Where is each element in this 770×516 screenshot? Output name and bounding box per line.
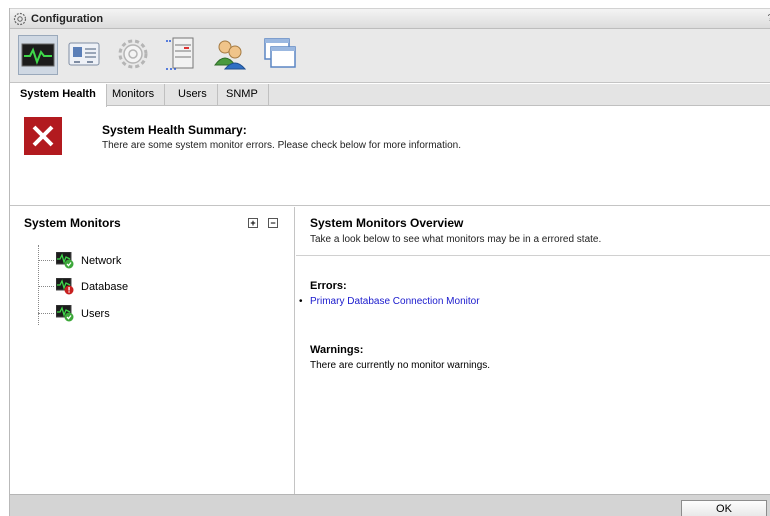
gear-icon <box>118 39 148 69</box>
overview-subtitle: Take a look below to see what monitors m… <box>310 234 602 245</box>
errors-heading: Errors: <box>310 280 347 292</box>
bullet: • <box>299 296 303 307</box>
monitor-ok-icon <box>56 252 74 269</box>
tree-item-label: Network <box>81 255 122 267</box>
warnings-heading: Warnings: <box>310 344 364 356</box>
toolbar-system-health-button[interactable] <box>18 35 58 75</box>
error-icon <box>24 117 62 155</box>
monitors-title: System Monitors <box>24 216 121 230</box>
server-icon <box>166 37 194 70</box>
toolbar-settings-button[interactable] <box>114 35 154 75</box>
tree-item-database[interactable]: Database <box>34 277 234 297</box>
users-icon <box>214 40 247 70</box>
footer-bar: OK <box>10 494 770 516</box>
monitor-ok-icon <box>56 305 74 322</box>
summary-text: There are some system monitor errors. Pl… <box>102 140 462 151</box>
id-card-icon <box>68 42 100 66</box>
configuration-window: Configuration ? <box>9 8 770 516</box>
tab-system-health[interactable]: System Health <box>10 84 107 107</box>
collapse-all-button[interactable]: − <box>268 218 278 228</box>
expand-all-button[interactable]: + <box>248 218 258 228</box>
tab-snmp[interactable]: SNMP <box>216 84 269 106</box>
tab-monitors[interactable]: Monitors <box>102 84 166 106</box>
tree-item-users[interactable]: Users <box>34 304 234 324</box>
system-monitors-pane: System Monitors + − Network Database Use… <box>10 207 295 494</box>
summary-title: System Health Summary: <box>102 123 247 137</box>
tab-users[interactable]: Users <box>168 84 218 106</box>
warnings-text: There are currently no monitor warnings. <box>310 360 491 371</box>
health-summary: System Health Summary: There are some sy… <box>10 107 770 206</box>
tab-bar: System Health Monitors Users SNMP <box>10 84 770 107</box>
toolbar-server-button[interactable] <box>162 35 202 75</box>
toolbar <box>10 29 770 83</box>
ok-button[interactable]: OK <box>681 500 767 516</box>
overview-title: System Monitors Overview <box>310 216 464 230</box>
monitors-overview-pane: System Monitors Overview Take a look bel… <box>296 207 770 494</box>
gear-icon <box>13 12 27 26</box>
tree-item-label: Users <box>81 308 110 320</box>
monitor-error-icon <box>56 278 74 295</box>
system-health-icon <box>21 43 55 67</box>
toolbar-profile-button[interactable] <box>65 35 105 75</box>
title-bar: Configuration ? <box>10 8 770 29</box>
tree-item-network[interactable]: Network <box>34 251 234 271</box>
windows-icon <box>264 38 296 68</box>
toolbar-windows-button[interactable] <box>261 35 301 75</box>
divider <box>296 255 770 256</box>
toolbar-users-button[interactable] <box>211 35 251 75</box>
window-title: Configuration <box>31 13 104 25</box>
tree-item-label: Database <box>81 281 129 293</box>
error-link-primary-database[interactable]: Primary Database Connection Monitor <box>310 296 480 307</box>
